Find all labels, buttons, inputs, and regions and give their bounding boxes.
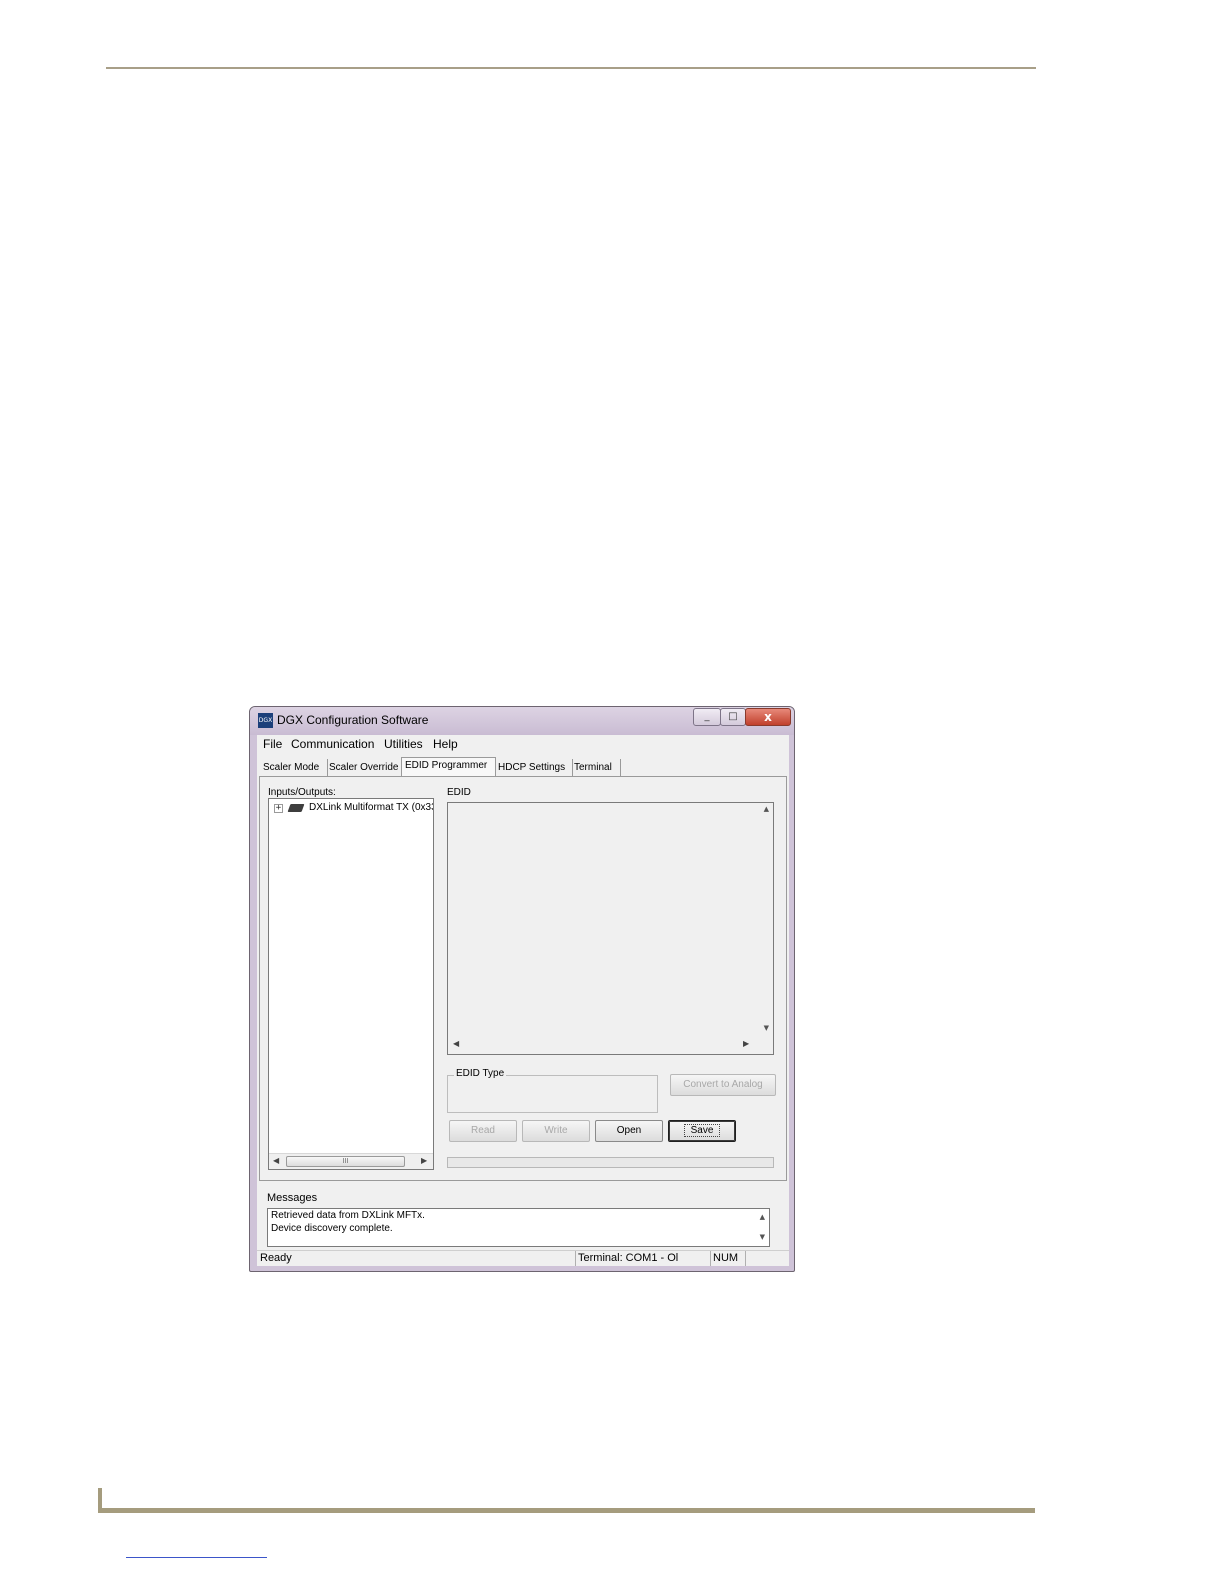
status-divider [745, 1251, 746, 1266]
status-divider [575, 1251, 576, 1266]
window-title: DGX Configuration Software [277, 713, 429, 727]
tab-terminal[interactable]: Terminal [572, 759, 621, 776]
status-divider [710, 1251, 711, 1266]
window-client-area: File Communication Utilities Help Scaler… [257, 735, 789, 1266]
scroll-up-icon[interactable]: ▲ [764, 805, 769, 813]
edid-horizontal-scrollbar[interactable]: ◀ ▶ [448, 1037, 758, 1053]
scroll-right-icon[interactable]: ▶ [421, 1156, 427, 1165]
dgx-config-window: DGX DGX Configuration Software _ □ x Fil… [249, 706, 795, 1272]
convert-to-analog-button[interactable]: Convert to Analog [670, 1074, 776, 1096]
edid-type-label: EDID Type [454, 1068, 507, 1079]
edid-scroll-right-icon[interactable]: ▶ [743, 1039, 749, 1048]
tree-item-dxlink[interactable]: DXLink Multiformat TX (0x33 [309, 802, 433, 813]
inputs-outputs-label: Inputs/Outputs: [268, 787, 336, 798]
save-button-label: Save [683, 1124, 721, 1137]
menu-bar: File Communication Utilities Help [257, 735, 789, 754]
minimize-button[interactable]: _ [693, 708, 721, 726]
edid-type-group: EDID Type [447, 1068, 658, 1113]
read-button[interactable]: Read [449, 1120, 517, 1142]
messages-log[interactable]: Retrieved data from DXLink MFTx. Device … [267, 1208, 770, 1247]
scroll-down-icon[interactable]: ▼ [764, 1024, 769, 1032]
open-button[interactable]: Open [595, 1120, 663, 1142]
messages-scroll-up-icon[interactable]: ▲ [760, 1213, 765, 1221]
messages-section: Messages Retrieved data from DXLink MFTx… [259, 1189, 787, 1249]
menu-help[interactable]: Help [433, 737, 458, 751]
footer-link-underline[interactable] [126, 1557, 267, 1558]
status-num: NUM [713, 1252, 739, 1264]
tab-hdcp-settings[interactable]: HDCP Settings [496, 759, 573, 776]
tab-scaler-mode[interactable]: Scaler Mode [261, 759, 328, 776]
status-text: Ready [260, 1252, 292, 1264]
menu-file[interactable]: File [263, 737, 282, 751]
inputs-outputs-tree[interactable]: + DXLink Multiformat TX (0x33 ◀ III ▶ [268, 798, 434, 1170]
close-button[interactable]: x [745, 708, 791, 726]
tree-horizontal-scrollbar[interactable]: ◀ III ▶ [269, 1153, 433, 1169]
app-icon: DGX [258, 713, 273, 728]
edid-label: EDID [447, 787, 471, 798]
messages-scroll-down-icon[interactable]: ▼ [760, 1233, 765, 1241]
edid-data-view[interactable]: ▲ ▼ ◀ ▶ [447, 802, 774, 1055]
scroll-left-icon[interactable]: ◀ [273, 1156, 279, 1165]
edid-scroll-left-icon[interactable]: ◀ [453, 1039, 459, 1048]
status-bar: Ready Terminal: COM1 - Ol NUM [257, 1250, 789, 1266]
messages-label: Messages [267, 1192, 318, 1204]
maximize-button[interactable]: □ [720, 708, 746, 726]
edid-programmer-panel: Inputs/Outputs: + DXLink Multiformat TX … [259, 776, 787, 1181]
write-button[interactable]: Write [522, 1120, 590, 1142]
page-footer-rule [98, 1508, 1035, 1513]
tab-scaler-override[interactable]: Scaler Override [327, 759, 402, 776]
message-line: Retrieved data from DXLink MFTx. [271, 1210, 425, 1221]
title-bar[interactable]: DGX DGX Configuration Software _ □ x [250, 707, 794, 735]
progress-bar [447, 1157, 774, 1168]
expand-icon[interactable]: + [274, 804, 283, 813]
tab-edid-programmer[interactable]: EDID Programmer [401, 757, 496, 777]
save-button[interactable]: Save [668, 1120, 736, 1142]
message-line: Device discovery complete. [271, 1223, 393, 1234]
tab-strip: Scaler Mode Scaler Override EDID Program… [257, 757, 789, 777]
scroll-thumb[interactable]: III [286, 1156, 405, 1167]
page-header-rule [106, 67, 1036, 69]
menu-communication[interactable]: Communication [291, 737, 374, 751]
device-icon [287, 804, 305, 812]
status-terminal: Terminal: COM1 - Ol [578, 1252, 679, 1264]
menu-utilities[interactable]: Utilities [384, 737, 423, 751]
